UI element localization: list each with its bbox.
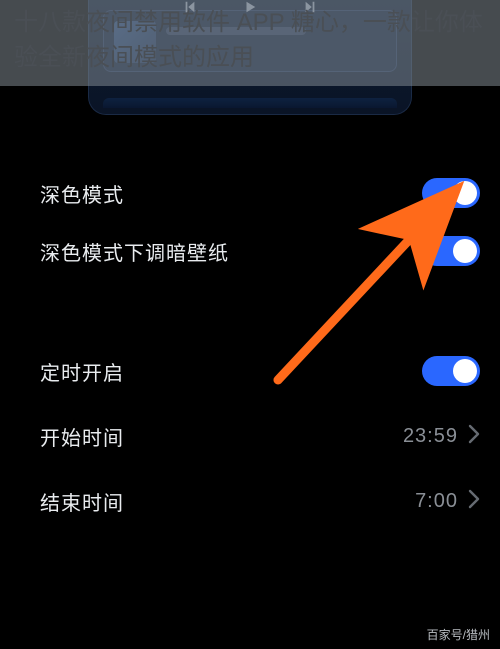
- row-end-time[interactable]: 结束时间 7:00: [40, 469, 488, 534]
- dim-wallpaper-toggle[interactable]: [422, 236, 480, 266]
- toggle-knob: [453, 239, 477, 263]
- start-time-value: 23:59: [403, 425, 458, 448]
- start-time-value-cell[interactable]: 23:59: [403, 424, 480, 449]
- end-time-label: 结束时间: [40, 487, 124, 516]
- start-time-label: 开始时间: [40, 422, 124, 451]
- end-time-value: 7:00: [415, 490, 458, 513]
- article-title-text: 十八款夜间禁用软件 APP 糖心，一款让你体验全新夜间模式的应用: [14, 9, 483, 71]
- group-divider: [40, 284, 488, 338]
- scheduled-label: 定时开启: [40, 357, 124, 386]
- toggle-knob: [453, 359, 477, 383]
- toggle-knob: [453, 181, 477, 205]
- dark-mode-toggle[interactable]: [422, 178, 480, 208]
- chevron-right-icon: [468, 489, 480, 514]
- row-dim-wallpaper[interactable]: 深色模式下调暗壁纸: [40, 226, 488, 284]
- preview-bottom-strip: [103, 98, 397, 108]
- page-root: 十八款夜间禁用软件 APP 糖心，一款让你体验全新夜间模式的应用 深色模式 深色…: [0, 0, 500, 649]
- chevron-right-icon: [468, 424, 480, 449]
- scheduled-toggle[interactable]: [422, 356, 480, 386]
- attribution-text: 百家号/猎州: [427, 628, 490, 642]
- end-time-value-cell[interactable]: 7:00: [415, 489, 480, 514]
- settings-list: 深色模式 深色模式下调暗壁纸 定时开启 开始时间 23:59 结束时间 7:00: [40, 160, 488, 534]
- article-title-overlay: 十八款夜间禁用软件 APP 糖心，一款让你体验全新夜间模式的应用: [0, 0, 500, 86]
- source-attribution: 百家号/猎州: [427, 626, 490, 643]
- row-dark-mode[interactable]: 深色模式: [40, 160, 488, 226]
- row-start-time[interactable]: 开始时间 23:59: [40, 404, 488, 469]
- dim-wallpaper-label: 深色模式下调暗壁纸: [40, 237, 229, 266]
- row-scheduled[interactable]: 定时开启: [40, 338, 488, 404]
- dark-mode-label: 深色模式: [40, 179, 124, 208]
